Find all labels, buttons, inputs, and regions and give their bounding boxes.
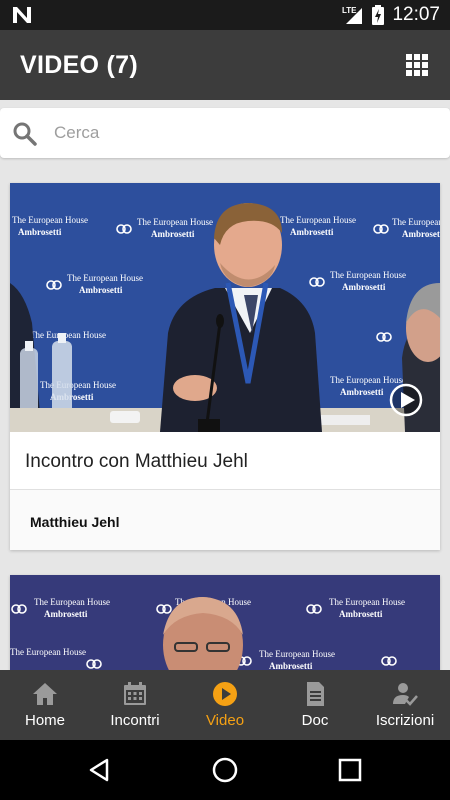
back-icon[interactable]	[85, 755, 115, 785]
card-footer: Matthieu Jehl	[10, 490, 440, 550]
calendar-icon	[124, 682, 146, 705]
video-card[interactable]: The European House Ambrosetti The Europe…	[10, 183, 440, 550]
nav-label: Doc	[301, 712, 329, 729]
status-bar: LTE 12:07	[0, 0, 450, 30]
document-icon	[307, 682, 324, 706]
banner-text: The European House	[10, 647, 86, 657]
banner-text: The European House	[12, 215, 88, 225]
banner-text: Ambrosetti	[342, 282, 386, 292]
nav-label: Video	[205, 712, 245, 729]
battery-charging-icon	[372, 5, 385, 25]
app-bar: VIDEO (7)	[0, 30, 450, 100]
banner-text: Ambrosetti	[402, 229, 440, 239]
clock: 12:07	[392, 4, 440, 25]
page-title: VIDEO (7)	[20, 51, 138, 79]
nav-item-incontri[interactable]: Incontri	[90, 670, 180, 740]
banner-text: The European House	[330, 375, 406, 385]
banner-text: Ambrosetti	[79, 285, 123, 295]
banner-text: Ambrosetti	[339, 609, 383, 619]
banner-text: The European House	[30, 330, 106, 340]
banner-text: The European House	[34, 597, 110, 607]
banner-text: The European House	[392, 217, 440, 227]
thumbnail-image: The European House Ambrosetti The Europe…	[10, 183, 440, 432]
nav-item-home[interactable]: Home	[0, 670, 90, 740]
nav-label: Incontri	[110, 712, 160, 729]
banner-text: Ambrosetti	[151, 229, 195, 239]
banner-text: The European House	[330, 270, 406, 280]
banner-text: The European House	[137, 217, 213, 227]
system-navigation	[0, 740, 450, 800]
grid-icon[interactable]	[406, 54, 428, 76]
recents-icon[interactable]	[335, 755, 365, 785]
search-icon[interactable]	[12, 121, 38, 147]
search-input[interactable]	[54, 118, 424, 148]
banner-text: Ambrosetti	[340, 387, 384, 397]
video-list[interactable]: The European House Ambrosetti The Europe…	[0, 100, 450, 670]
nav-item-doc[interactable]: Doc	[270, 670, 360, 740]
bottom-navigation: Home Incontri Video Doc Iscrizioni	[0, 670, 450, 740]
banner-text: The European House	[40, 380, 116, 390]
banner-text: Ambrosetti	[18, 227, 62, 237]
banner-text: The European House	[67, 273, 143, 283]
banner-text: The European House	[259, 649, 335, 659]
nav-label: Home	[24, 712, 65, 729]
video-thumbnail[interactable]: The European House Ambrosetti The Europe…	[10, 575, 440, 670]
banner-text: Ambrosetti	[290, 227, 334, 237]
nav-item-video[interactable]: Video	[180, 670, 270, 740]
nav-label: Iscrizioni	[375, 712, 435, 729]
banner-text: Ambrosetti	[269, 661, 313, 670]
n-logo-icon	[13, 7, 31, 23]
banner-text: The European House	[329, 597, 405, 607]
play-circle-icon	[213, 682, 237, 706]
video-thumbnail[interactable]: The European House Ambrosetti The Europe…	[10, 183, 440, 432]
banner-text: Ambrosetti	[44, 609, 88, 619]
network-label: LTE	[342, 6, 357, 15]
video-card[interactable]: The European House Ambrosetti The Europe…	[10, 575, 440, 670]
person-check-icon	[393, 683, 418, 706]
home-circle-icon[interactable]	[210, 755, 240, 785]
search-bar	[0, 108, 450, 158]
banner-text: The European House	[280, 215, 356, 225]
signal-icon: LTE	[342, 6, 363, 24]
thumbnail-image: The European House Ambrosetti The Europe…	[10, 575, 440, 670]
nav-item-iscrizioni[interactable]: Iscrizioni	[360, 670, 450, 740]
play-circle-icon[interactable]	[389, 383, 423, 417]
video-author: Matthieu Jehl	[30, 514, 120, 530]
video-title: Incontro con Matthieu Jehl	[25, 451, 248, 472]
home-icon	[33, 683, 57, 705]
